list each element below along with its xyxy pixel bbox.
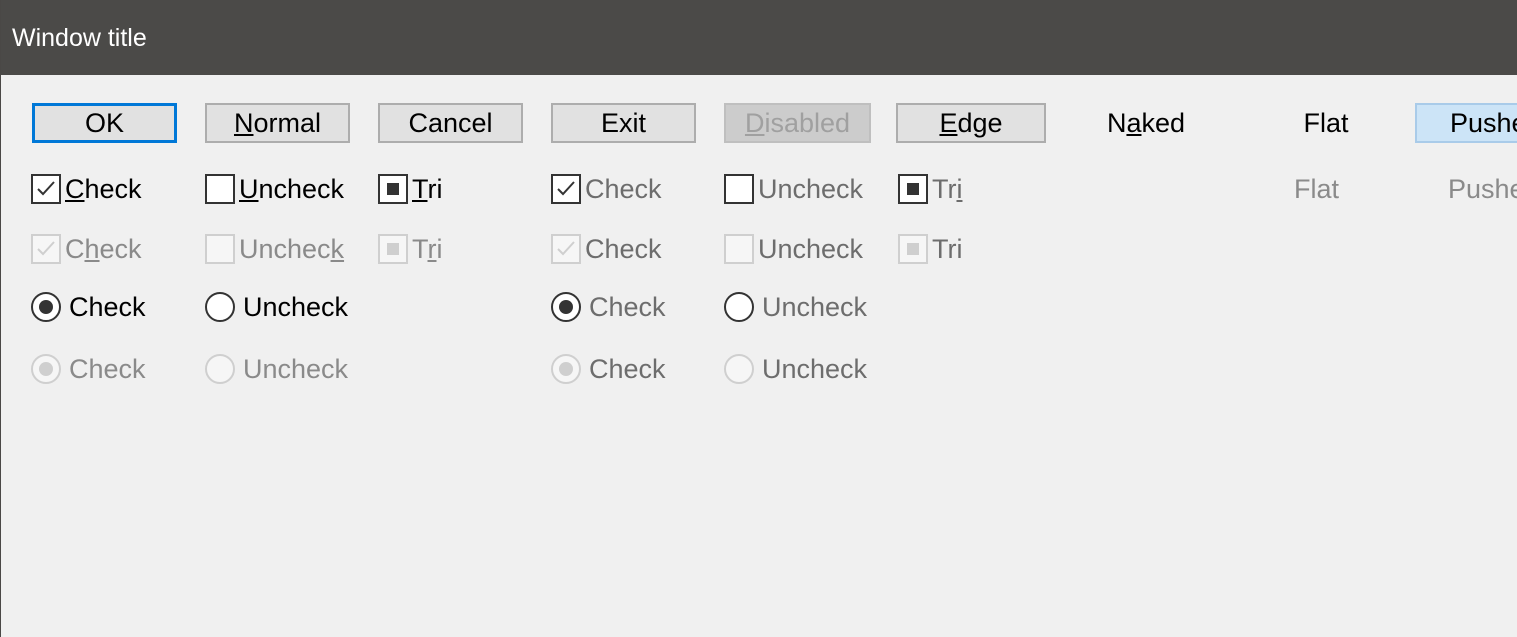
radio-label: Uncheck	[762, 353, 868, 384]
checkbox-unchecked-icon	[724, 234, 754, 264]
disabled-button: Disabled	[724, 103, 871, 143]
cancel-button[interactable]: Cancel	[378, 103, 523, 143]
ok-button-label: OK	[84, 107, 124, 138]
pushed-button[interactable]: Pushe	[1415, 103, 1517, 143]
radio-label: Uncheck	[243, 353, 349, 384]
checkbox-indeterminate-icon	[378, 234, 408, 264]
checkbox-unchecked-icon	[205, 174, 235, 204]
flat-label: Flat	[1294, 173, 1340, 204]
checkbox-indeterminate-icon	[898, 234, 928, 264]
radio-selected-icon	[31, 292, 61, 322]
radio-selected-icon	[551, 354, 581, 384]
radio-label: Check	[589, 291, 666, 322]
checkbox-label: Uncheck	[758, 233, 864, 264]
checkbox-label: Check	[65, 173, 142, 204]
radio-unselected-icon	[205, 354, 235, 384]
checkbox-checked-icon	[31, 174, 61, 204]
checkbox-label: Check	[65, 233, 142, 264]
naked-button-label: Naked	[1106, 107, 1186, 138]
checkbox-check-flat-disabled: Check	[551, 232, 662, 266]
checkbox-tri[interactable]: Tri	[378, 172, 443, 206]
normal-button[interactable]: Normal	[205, 103, 350, 143]
checkbox-label: Check	[585, 233, 662, 264]
radio-selected-icon	[31, 354, 61, 384]
checkbox-checked-icon	[31, 234, 61, 264]
flat-button[interactable]: Flat	[1251, 103, 1401, 143]
radio-check-disabled: Check	[31, 352, 146, 386]
radio-check-flat-disabled: Check	[551, 352, 666, 386]
checkbox-tri-flat[interactable]: Tri	[898, 172, 962, 206]
radio-label: Uncheck	[243, 291, 349, 322]
radio-uncheck-disabled: Uncheck	[205, 352, 348, 386]
edge-button-label: Edge	[939, 107, 1003, 138]
disabled-button-label: Disabled	[744, 107, 851, 138]
checkbox-label: Tri	[412, 173, 443, 204]
cancel-button-label: Cancel	[408, 107, 493, 138]
checkbox-check-flat[interactable]: Check	[551, 172, 662, 206]
radio-selected-icon	[551, 292, 581, 322]
checkbox-unchecked-icon	[205, 234, 235, 264]
flat-button-label: Flat	[1303, 107, 1349, 138]
title-bar[interactable]: Window title	[1, 0, 1517, 75]
checkbox-tri-flat-disabled: Tri	[898, 232, 962, 266]
checkbox-label: Tri	[932, 233, 963, 264]
checkbox-uncheck-flat-disabled: Uncheck	[724, 232, 863, 266]
radio-uncheck-flat-disabled: Uncheck	[724, 352, 867, 386]
checkbox-label: Check	[585, 173, 662, 204]
pushed-label: Pushe	[1448, 173, 1517, 204]
ok-button[interactable]: OK	[32, 103, 177, 143]
radio-unselected-icon	[205, 292, 235, 322]
checkbox-checked-icon	[551, 174, 581, 204]
radio-label: Check	[589, 353, 666, 384]
radio-unselected-icon	[724, 292, 754, 322]
radio-check-flat[interactable]: Check	[551, 290, 666, 324]
checkbox-label: Uncheck	[758, 173, 864, 204]
exit-button[interactable]: Exit	[551, 103, 696, 143]
checkbox-uncheck[interactable]: Uncheck	[205, 172, 344, 206]
checkbox-indeterminate-icon	[378, 174, 408, 204]
checkbox-indeterminate-icon	[898, 174, 928, 204]
naked-button[interactable]: Naked	[1071, 103, 1221, 143]
checkbox-label: Tri	[412, 233, 443, 264]
checkbox-check-disabled: Check	[31, 232, 142, 266]
radio-unselected-icon	[724, 354, 754, 384]
window: Window title OK Normal Cancel Exit Disab…	[0, 0, 1517, 637]
checkbox-unchecked-icon	[724, 174, 754, 204]
edge-button[interactable]: Edge	[896, 103, 1046, 143]
window-title: Window title	[12, 24, 147, 52]
normal-button-label: Normal	[233, 107, 321, 138]
checkbox-check[interactable]: Check	[31, 172, 142, 206]
radio-label: Uncheck	[762, 291, 868, 322]
checkbox-tri-disabled: Tri	[378, 232, 443, 266]
radio-uncheck[interactable]: Uncheck	[205, 290, 348, 324]
radio-check[interactable]: Check	[31, 290, 146, 324]
checkbox-label: Tri	[932, 173, 963, 204]
radio-label: Check	[69, 291, 146, 322]
checkbox-uncheck-disabled: Uncheck	[205, 232, 344, 266]
radio-uncheck-flat[interactable]: Uncheck	[724, 290, 867, 324]
exit-button-label: Exit	[600, 107, 646, 138]
checkbox-uncheck-flat[interactable]: Uncheck	[724, 172, 863, 206]
pushed-button-label: Pushe	[1450, 107, 1517, 138]
checkbox-checked-icon	[551, 234, 581, 264]
checkbox-label: Uncheck	[239, 173, 345, 204]
checkbox-label: Uncheck	[239, 233, 345, 264]
radio-label: Check	[69, 353, 146, 384]
